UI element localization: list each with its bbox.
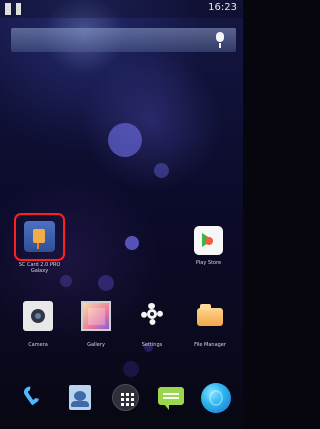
file-manager-label: File Manager bbox=[194, 342, 226, 348]
notification-icon bbox=[16, 3, 21, 15]
status-time: 16:23 bbox=[208, 2, 237, 13]
gear-icon[interactable] bbox=[137, 299, 167, 329]
status-bar: 16:23 bbox=[0, 0, 243, 18]
browser-icon[interactable] bbox=[201, 383, 231, 413]
messaging-icon[interactable] bbox=[156, 385, 186, 413]
play-store-icon[interactable] bbox=[194, 226, 223, 255]
gallery-icon[interactable] bbox=[81, 301, 111, 331]
featured-app[interactable]: SC Card 2.0 PRO Galaxy bbox=[14, 213, 65, 282]
camera-label: Camera bbox=[28, 342, 48, 348]
contacts-icon[interactable] bbox=[65, 383, 95, 413]
play-store-app[interactable]: Play Store bbox=[188, 226, 229, 274]
gallery-app[interactable]: Gallery bbox=[76, 301, 116, 349]
camera-app[interactable]: Camera bbox=[18, 301, 58, 349]
search-bar[interactable] bbox=[11, 28, 236, 52]
file-manager-app[interactable]: File Manager bbox=[188, 301, 232, 349]
featured-app-label-line2: Galaxy bbox=[30, 268, 49, 274]
mic-icon[interactable] bbox=[216, 32, 224, 48]
phone-icon[interactable] bbox=[20, 383, 48, 411]
light-orb bbox=[108, 123, 142, 157]
settings-label: Settings bbox=[141, 342, 163, 348]
camera-icon[interactable] bbox=[23, 301, 53, 331]
all-apps-icon[interactable] bbox=[112, 384, 139, 411]
notification-icon bbox=[5, 3, 11, 15]
settings-app[interactable]: Settings bbox=[132, 299, 172, 349]
gallery-label: Gallery bbox=[87, 342, 105, 348]
selection-highlight bbox=[14, 213, 65, 261]
folder-icon[interactable] bbox=[195, 301, 225, 331]
light-orb bbox=[98, 275, 114, 291]
play-store-label: Play Store bbox=[195, 260, 222, 266]
light-orb bbox=[154, 163, 169, 178]
light-orb bbox=[125, 236, 139, 250]
